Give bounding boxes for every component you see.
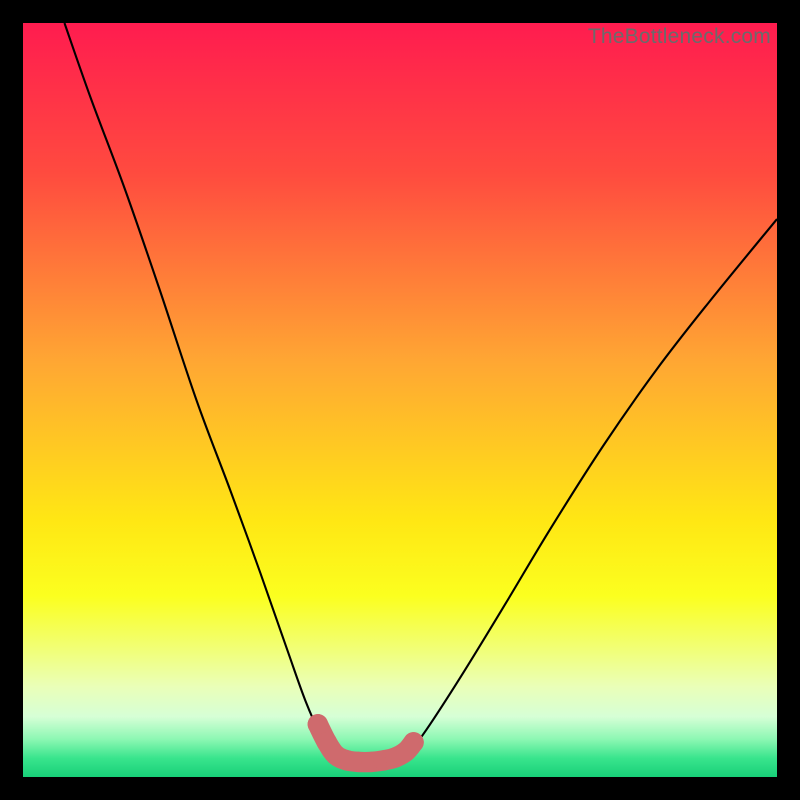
left-curve: [64, 23, 332, 754]
chart-stage: TheBottleneck.com: [0, 0, 800, 800]
right-curve: [411, 219, 777, 751]
curves-layer: [23, 23, 777, 777]
plot-area: TheBottleneck.com: [23, 23, 777, 777]
marker-dot: [308, 714, 328, 734]
marker-dot: [403, 732, 423, 752]
